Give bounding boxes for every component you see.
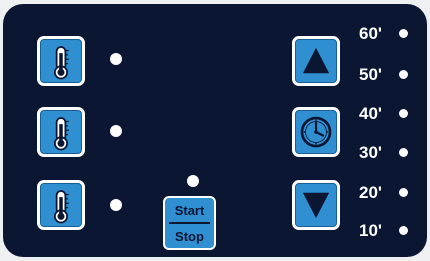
triangle-up-icon [302,47,330,74]
time-indicator-40: 40' [359,103,421,125]
time-label-50: 50' [359,65,382,84]
time-indicator-20: 20' [359,182,421,204]
thermometer-icon [54,46,69,80]
time-indicator-30: 30' [359,142,421,164]
time-led-60 [399,29,408,38]
time-indicator-10: 10' [359,220,421,242]
time-indicator-60: 60' [359,23,421,45]
time-label-40: 40' [359,104,382,123]
thermometer-icon [54,190,69,224]
control-panel: Start Stop 60' 50' 40' 30' 20' 10' [3,4,427,257]
time-label-20: 20' [359,183,382,202]
time-led-50 [399,70,408,79]
time-label-30: 30' [359,143,382,162]
time-label-60: 60' [359,24,382,43]
start-indicator [187,175,199,187]
start-label: Start [174,203,205,218]
timer-button[interactable] [292,107,340,157]
start-stop-button[interactable]: Start Stop [163,196,216,250]
time-led-40 [399,109,408,118]
time-up-button[interactable] [292,36,340,86]
thermometer-icon [54,117,69,151]
temperature-button-1[interactable] [37,36,85,86]
time-led-10 [399,226,408,235]
time-indicator-50: 50' [359,64,421,86]
time-led-30 [399,148,408,157]
temperature-button-2[interactable] [37,107,85,157]
stop-label: Stop [175,229,204,244]
triangle-down-icon [302,192,330,219]
time-label-10: 10' [359,221,382,240]
clock-icon [300,116,332,148]
start-stop-divider [169,222,210,224]
temperature-indicator-3 [110,199,122,211]
time-led-20 [399,188,408,197]
time-down-button[interactable] [292,180,340,230]
temperature-indicator-1 [110,53,122,65]
temperature-button-3[interactable] [37,180,85,230]
temperature-indicator-2 [110,125,122,137]
